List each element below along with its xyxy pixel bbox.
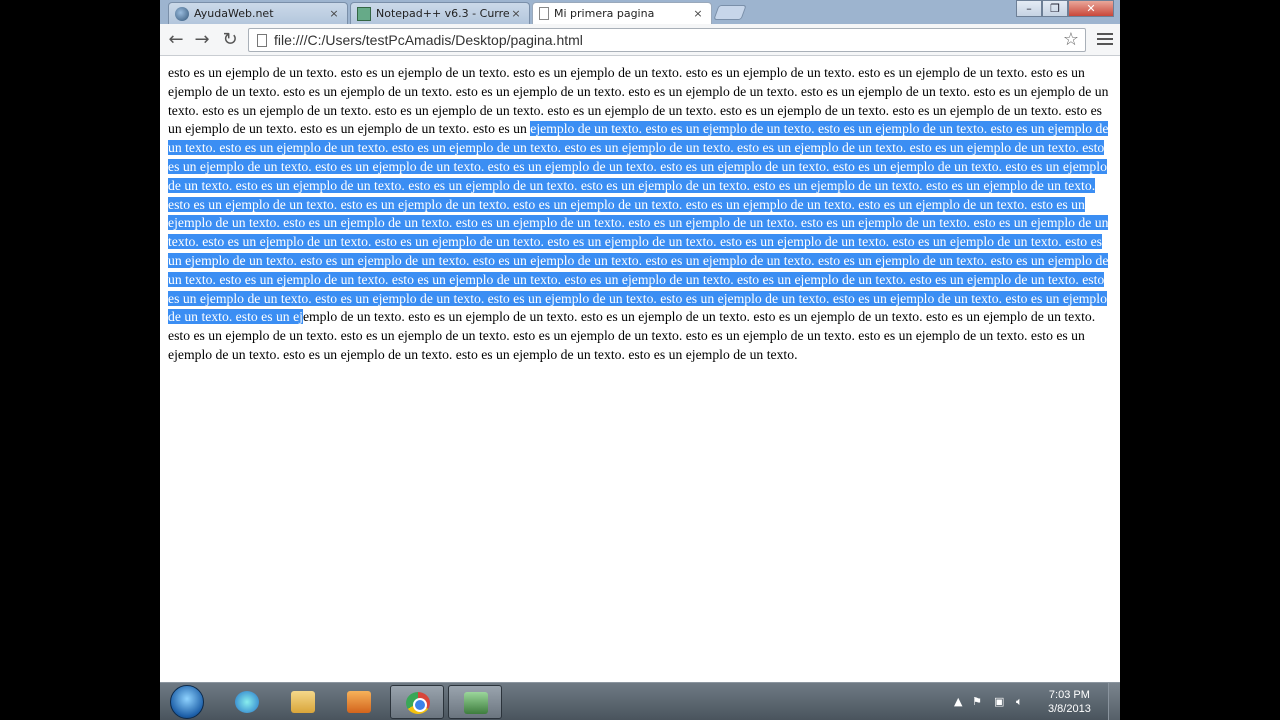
close-icon[interactable]: × [327, 7, 341, 20]
tab-notepad[interactable]: Notepad++ v6.3 - Current × [350, 2, 530, 24]
page-icon [257, 34, 267, 47]
reload-button[interactable]: ↻ [218, 28, 242, 52]
window-controls: – ❐ ✕ [1016, 0, 1114, 17]
start-orb[interactable] [170, 685, 204, 719]
taskbar-explorer[interactable] [276, 685, 330, 719]
chrome-icon [406, 692, 430, 714]
browser-toolbar: ← → ↻ file:///C:/Users/testPcAmadis/Desk… [160, 24, 1120, 56]
tab-ayudaweb[interactable]: AyudaWeb.net × [168, 2, 348, 24]
clock-date: 3/8/2013 [1048, 703, 1091, 715]
tab-title: Notepad++ v6.3 - Current [376, 7, 509, 20]
clock[interactable]: 7:03 PM 3/8/2013 [1048, 688, 1091, 716]
page-content: esto es un ejemplo de un texto. esto es … [168, 64, 1112, 365]
volume-icon[interactable]: 🔈︎ [1016, 695, 1023, 709]
notepad-plus-plus-icon [464, 692, 488, 714]
globe-icon [175, 6, 189, 21]
url-text: file:///C:/Users/testPcAmadis/Desktop/pa… [274, 32, 583, 48]
show-desktop-button[interactable] [1108, 683, 1120, 720]
body-text-after: emplo de un texto. esto es un ejemplo de… [168, 309, 1096, 362]
internet-explorer-icon [235, 691, 259, 713]
taskbar: ▲ ⚑ ▣ 🔈︎ 7:03 PM 3/8/2013 [160, 682, 1120, 720]
network-icon[interactable]: ▣ [994, 695, 1004, 708]
close-icon[interactable]: × [691, 7, 705, 20]
forward-button[interactable]: → [190, 28, 214, 52]
maximize-button[interactable]: ❐ [1042, 0, 1068, 17]
system-tray: ▲ ⚑ ▣ 🔈︎ 7:03 PM 3/8/2013 [950, 683, 1120, 720]
tab-title: AyudaWeb.net [194, 7, 274, 20]
new-tab-button[interactable] [713, 5, 747, 20]
notepad-icon [357, 6, 371, 21]
minimize-button[interactable]: – [1016, 0, 1042, 17]
address-bar[interactable]: file:///C:/Users/testPcAmadis/Desktop/pa… [248, 28, 1086, 52]
file-explorer-icon [291, 691, 315, 713]
media-player-icon [347, 691, 371, 713]
tab-strip: AyudaWeb.net × Notepad++ v6.3 - Current … [160, 0, 1120, 24]
close-icon[interactable]: × [509, 7, 523, 20]
tab-mi-primera-pagina[interactable]: Mi primera pagina × [532, 2, 712, 24]
taskbar-chrome[interactable] [390, 685, 444, 719]
action-center-flag-icon[interactable]: ⚑ [972, 695, 982, 708]
bookmark-star-icon[interactable]: ☆ [1063, 29, 1079, 50]
selected-text: ejemplo de un texto. esto es un ejemplo … [168, 121, 1109, 325]
taskbar-notepad[interactable] [448, 685, 502, 719]
tab-title: Mi primera pagina [554, 7, 655, 20]
close-window-button[interactable]: ✕ [1068, 0, 1114, 17]
taskbar-ie[interactable] [220, 685, 274, 719]
back-button[interactable]: ← [164, 28, 188, 52]
taskbar-media[interactable] [332, 685, 386, 719]
browser-window: AyudaWeb.net × Notepad++ v6.3 - Current … [160, 0, 1120, 720]
page-icon [539, 7, 549, 20]
show-hidden-icons-arrow[interactable]: ▲ [954, 695, 962, 708]
menu-icon[interactable] [1096, 30, 1114, 48]
clock-time: 7:03 PM [1048, 689, 1090, 701]
